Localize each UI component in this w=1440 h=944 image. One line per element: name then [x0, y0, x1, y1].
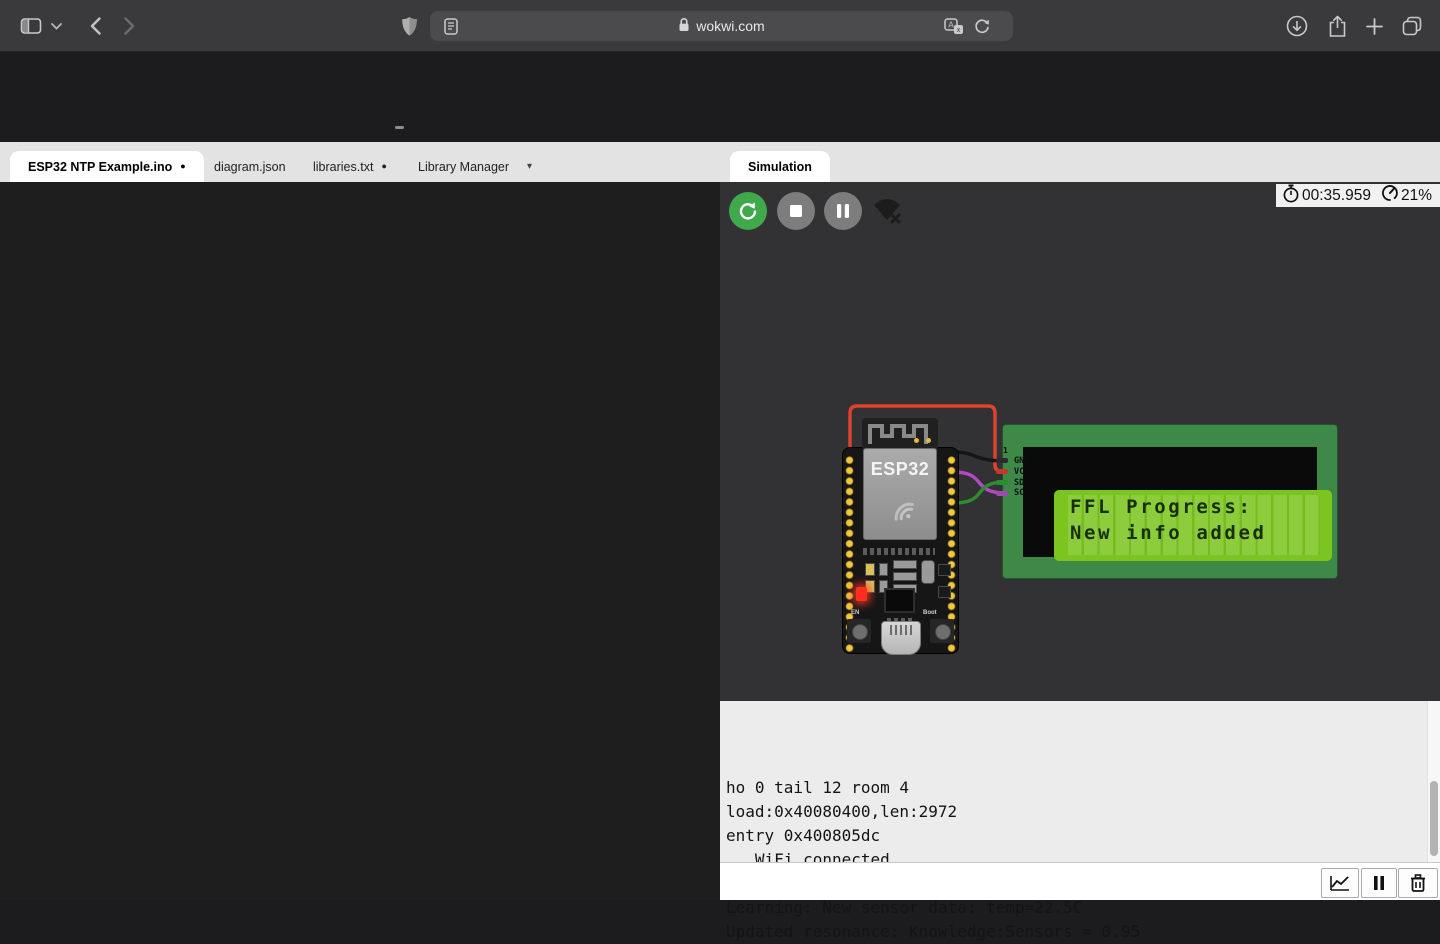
pause-simulation-button[interactable] — [824, 192, 862, 230]
share-icon[interactable] — [1324, 13, 1350, 39]
lcd-pin-scl — [996, 491, 1008, 496]
lcd-line2: New info added — [1070, 522, 1330, 544]
tab-sketch-file[interactable]: ESP32 NTP Example.ino ● — [10, 151, 204, 182]
svg-text:x: x — [956, 27, 960, 34]
lcd-pin-label: VCC — [1014, 467, 1029, 478]
code-editor-pane[interactable] — [0, 182, 720, 900]
stopwatch-icon — [1282, 184, 1300, 208]
plotter-button[interactable] — [1321, 868, 1359, 898]
metal-shield: ESP32 — [863, 448, 937, 540]
lcd-pin1-index: 1 — [1003, 446, 1008, 455]
serial-output: ho 0 tail 12 room 4load:0x40080400,len:2… — [720, 701, 1440, 944]
ic — [938, 564, 951, 576]
scrollbar-thumb[interactable] — [1430, 781, 1438, 856]
back-button-icon[interactable] — [82, 13, 108, 39]
lcd-line1: FFL Progress: — [1070, 496, 1330, 518]
lcd-pin-label: SDA — [1014, 478, 1029, 489]
unsaved-dot: ● — [381, 162, 386, 171]
cpu-gauge-icon — [1381, 184, 1399, 207]
lcd-pin-gnd — [996, 458, 1008, 463]
tab-simulation[interactable]: Simulation — [730, 151, 830, 182]
en-button[interactable] — [847, 619, 871, 643]
scrollbar-track[interactable] — [1427, 701, 1440, 862]
gold-dot — [926, 438, 931, 443]
page-header — [0, 53, 1440, 142]
serial-footer — [720, 862, 1440, 900]
restart-simulation-button[interactable] — [729, 192, 767, 230]
chevron-down-icon: ▾ — [527, 161, 532, 172]
boot-label: Boot — [923, 610, 937, 616]
tab-diagram-json[interactable]: diagram.json — [196, 151, 304, 182]
url-text: wokwi.com — [696, 18, 764, 34]
browser-toolbar: wokwi.com A x — [0, 0, 1440, 52]
tab-overview-icon[interactable] — [1399, 13, 1425, 39]
reader-view-icon[interactable] — [438, 13, 464, 39]
ic — [938, 586, 951, 598]
flash-pad — [893, 572, 917, 581]
lcd-pin-label: SCL — [1014, 488, 1029, 499]
en-label: EN — [851, 610, 859, 616]
gold-dot — [914, 438, 919, 443]
pause-serial-button[interactable] — [1361, 868, 1397, 898]
tab-library-manager[interactable]: Library Manager ▾ — [400, 151, 550, 182]
wifi-disconnected-icon — [872, 196, 912, 228]
regulator — [921, 560, 935, 584]
lcd-pin-labels: GNDVCCSDASCL — [1014, 456, 1029, 499]
tab-label: ESP32 NTP Example.ino — [28, 160, 172, 174]
board-label: ESP32 — [864, 459, 936, 480]
boot-button[interactable] — [930, 619, 954, 643]
usb-uart-chip — [884, 588, 915, 613]
forward-button-icon[interactable] — [116, 13, 142, 39]
lcd-pin-vcc — [996, 469, 1008, 474]
simulation-pane: 00:35.959 21% — [720, 182, 1440, 701]
tab-label: diagram.json — [214, 160, 286, 174]
new-tab-icon[interactable] — [1361, 13, 1387, 39]
power-led — [856, 587, 867, 601]
handle-dash — [395, 126, 404, 129]
privacy-shield-icon[interactable] — [396, 13, 422, 39]
tab-libraries-txt[interactable]: libraries.txt ● — [295, 151, 405, 182]
address-bar[interactable]: wokwi.com A x — [430, 11, 1013, 41]
downloads-icon[interactable] — [1284, 13, 1310, 39]
serial-line: ho 0 tail 12 room 4 — [726, 776, 1440, 800]
tab-label: Simulation — [748, 160, 812, 174]
clear-serial-button[interactable] — [1398, 868, 1438, 898]
capacitor — [879, 563, 888, 576]
lcd-pin-sda — [996, 480, 1008, 485]
tab-label: libraries.txt — [313, 160, 373, 174]
lock-icon — [678, 17, 690, 35]
tab-strip: ESP32 NTP Example.ino ● diagram.json lib… — [0, 142, 1440, 182]
esp32-wroom-module: ESP32 — [862, 418, 938, 540]
performance-badge: 00:35.959 21% — [1276, 184, 1440, 207]
antenna — [862, 418, 938, 452]
serial-line: entry 0x400805dc — [726, 824, 1440, 848]
serial-monitor: ho 0 tail 12 room 4load:0x40080400,len:2… — [720, 701, 1440, 862]
lcd1602-module[interactable]: FFL Progress: New info added 1 GNDVCCSDA… — [1003, 425, 1337, 578]
elapsed-time: 00:35.959 — [1302, 187, 1371, 205]
reload-icon[interactable] — [969, 13, 995, 39]
flash-pad — [893, 560, 917, 569]
lcd-screen: FFL Progress: New info added — [1054, 490, 1332, 561]
lcd-bezel: FFL Progress: New info added — [1023, 447, 1317, 557]
tab-label: Library Manager — [418, 160, 509, 174]
esp32-board[interactable]: ESP32 — [843, 448, 958, 653]
serial-line: Updated resonance: Knowledge:Sensors = 0… — [726, 920, 1440, 944]
svg-text:A: A — [948, 20, 954, 29]
serial-input[interactable] — [720, 863, 1310, 901]
sidebar-toggle-icon[interactable] — [18, 13, 44, 39]
lcd-pin-label: GND — [1014, 456, 1029, 467]
stop-simulation-button[interactable] — [777, 192, 815, 230]
translate-icon[interactable]: A x — [941, 13, 967, 39]
usb-connector — [881, 621, 921, 655]
smd-row — [863, 548, 935, 555]
cpu-load: 21% — [1401, 187, 1432, 205]
capacitor — [865, 563, 875, 576]
serial-line: load:0x40080400,len:2972 — [726, 800, 1440, 824]
espressif-logo-icon — [882, 489, 920, 532]
sidebar-menu-chevron-icon[interactable] — [48, 13, 64, 39]
unsaved-dot: ● — [180, 162, 185, 171]
